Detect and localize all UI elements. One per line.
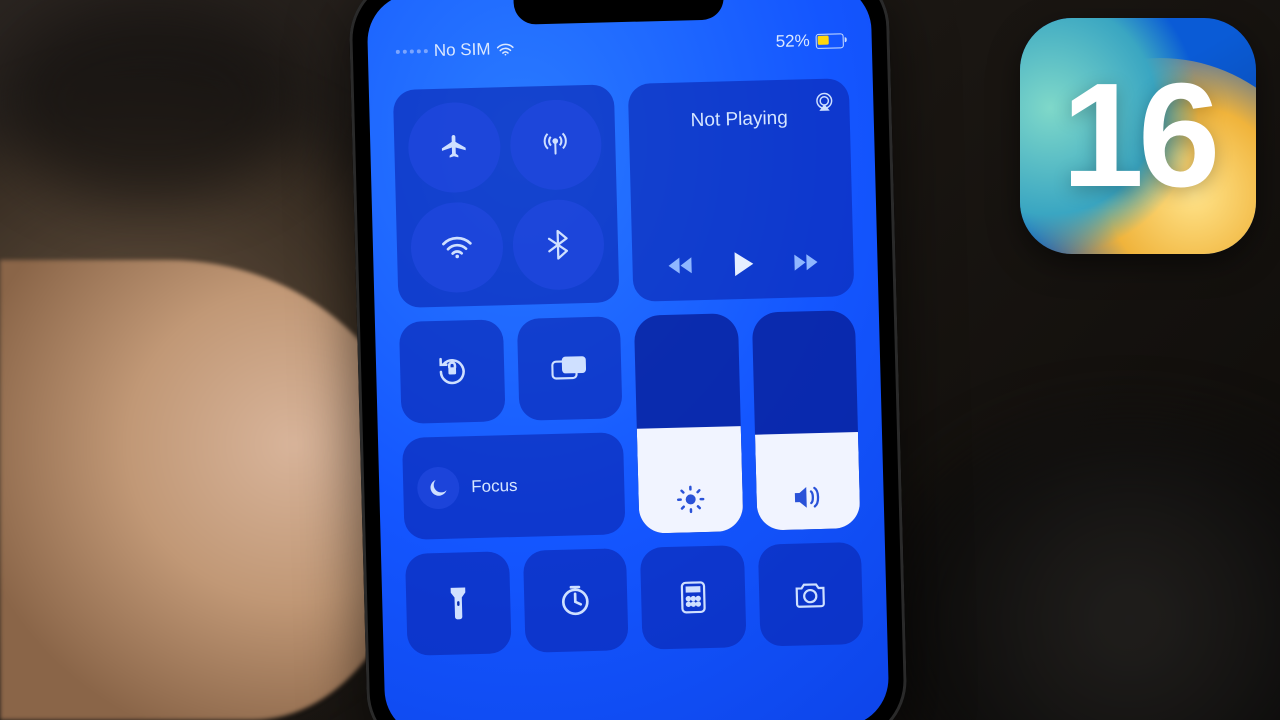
- status-left: No SIM: [396, 39, 514, 62]
- connectivity-group[interactable]: [393, 84, 620, 308]
- brightness-fill: [637, 426, 743, 533]
- brightness-slider[interactable]: [634, 313, 743, 534]
- signal-dots-icon: [396, 49, 428, 54]
- carrier-label: No SIM: [434, 39, 491, 60]
- screen-mirroring-button[interactable]: [516, 316, 622, 421]
- volume-speaker-icon: [793, 483, 824, 512]
- wifi-icon: [441, 235, 472, 260]
- rotation-lock-icon: [435, 354, 470, 389]
- background-blur: [880, 420, 1280, 720]
- background-blur: [0, 0, 300, 200]
- airplane-icon: [439, 132, 470, 163]
- cellular-antenna-icon: [540, 129, 571, 160]
- screen-mirroring-icon: [551, 354, 588, 383]
- ios16-label: 16: [1020, 18, 1256, 254]
- battery-percent-label: 52%: [775, 31, 810, 52]
- control-center: Not Playing: [393, 78, 864, 656]
- wifi-toggle[interactable]: [410, 201, 504, 293]
- status-bar: No SIM 52%: [368, 28, 872, 65]
- ios16-badge: 16: [1020, 18, 1256, 254]
- flashlight-icon: [447, 586, 470, 621]
- flashlight-button[interactable]: [405, 551, 511, 656]
- camera-icon: [793, 580, 828, 609]
- airplay-icon[interactable]: [813, 90, 836, 113]
- status-right: 52%: [775, 30, 844, 52]
- volume-fill: [755, 432, 861, 531]
- now-playing-tile[interactable]: Not Playing: [628, 78, 855, 302]
- previous-track-button[interactable]: [668, 255, 697, 276]
- now-playing-title: Not Playing: [646, 107, 832, 134]
- timer-icon: [559, 584, 592, 617]
- focus-moon-container: [417, 466, 460, 509]
- battery-fill: [818, 35, 830, 44]
- next-track-button[interactable]: [790, 252, 819, 273]
- focus-button[interactable]: Focus: [402, 432, 626, 540]
- moon-icon: [427, 477, 450, 500]
- brightness-sun-icon: [675, 484, 706, 515]
- focus-label: Focus: [471, 476, 518, 497]
- camera-button[interactable]: [757, 542, 863, 647]
- play-button[interactable]: [731, 251, 756, 278]
- calculator-button[interactable]: [640, 545, 746, 650]
- orientation-lock-toggle[interactable]: [399, 319, 505, 424]
- cellular-data-toggle[interactable]: [509, 99, 603, 191]
- calculator-icon: [680, 581, 707, 614]
- iphone-device: No SIM 52%: [348, 0, 908, 720]
- timer-button[interactable]: [522, 548, 628, 653]
- battery-icon: [816, 33, 844, 49]
- phone-screen: No SIM 52%: [366, 0, 889, 720]
- airplane-mode-toggle[interactable]: [407, 101, 501, 193]
- bluetooth-icon: [545, 229, 572, 260]
- video-frame: No SIM 52%: [0, 0, 1280, 720]
- bluetooth-toggle[interactable]: [511, 199, 605, 291]
- display-notch: [513, 0, 724, 25]
- volume-slider[interactable]: [751, 310, 860, 531]
- wifi-icon: [496, 42, 513, 55]
